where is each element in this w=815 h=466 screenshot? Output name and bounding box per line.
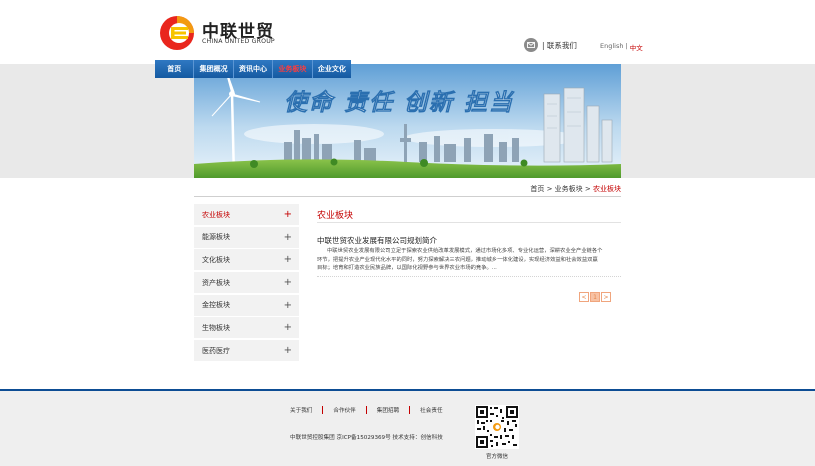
footer-link-partners[interactable]: 合作伙伴: [323, 406, 367, 414]
logo[interactable]: 中联世贸 CHINA UNITED GROUP: [158, 14, 283, 52]
header: 中联世贸 CHINA UNITED GROUP | 联系我们 English |…: [0, 0, 815, 64]
breadcrumb-business[interactable]: 业务板块: [555, 185, 583, 193]
sidebar-item-medical[interactable]: 医药医疗 +: [194, 340, 299, 362]
nav-item-culture[interactable]: 企业文化: [312, 60, 352, 78]
nav-item-home[interactable]: 首页: [155, 60, 195, 78]
nav-item-group-overview[interactable]: 集团概况: [194, 60, 234, 78]
wechat-qr-code: [475, 405, 519, 449]
pagination: < 1 >: [579, 292, 612, 302]
sidebar-item-label: 文化板块: [202, 255, 230, 264]
qr-code-label: 官方微信: [485, 454, 508, 460]
section-title: 农业板块: [317, 211, 354, 221]
nav-item-news-center[interactable]: 资讯中心: [233, 60, 274, 78]
lang-separator: |: [625, 42, 628, 50]
pager-next-button[interactable]: >: [601, 292, 611, 302]
breadcrumb-home[interactable]: 首页: [530, 185, 544, 193]
plus-icon: +: [283, 345, 292, 357]
divider: [317, 276, 621, 277]
divider: [194, 196, 621, 197]
plus-icon: +: [283, 322, 292, 334]
mail-icon: [524, 38, 538, 52]
lang-chinese-link[interactable]: 中文: [630, 42, 643, 52]
sidebar-item-label: 金控板块: [202, 301, 230, 310]
main-nav: 首页 集团概况 资讯中心 业务板块 企业文化: [155, 60, 352, 78]
copyright-text: 中联世贸控股集团 京ICP备15029369号 技术支持：创信科技: [290, 435, 443, 441]
banner-slogan: 使命 责任 创新 担当: [284, 89, 515, 116]
banner-image: 使命 责任 创新 担当: [194, 64, 621, 178]
sidebar-item-agriculture[interactable]: 农业板块 +: [194, 204, 299, 225]
plus-icon: +: [283, 209, 292, 220]
lang-english-link[interactable]: English: [600, 42, 623, 52]
contact-us-label: | 联系我们: [542, 40, 577, 50]
sidebar-item-biology[interactable]: 生物板块 +: [194, 317, 299, 339]
sidebar-item-label: 生物板块: [202, 323, 230, 332]
breadcrumb: 首页 > 业务板块 > 农业板块: [400, 184, 621, 194]
plus-icon: +: [283, 254, 292, 266]
sidebar-item-label: 能源板块: [202, 233, 230, 242]
nav-item-business[interactable]: 业务板块: [273, 60, 313, 78]
plus-icon: +: [283, 277, 292, 289]
article-title-link[interactable]: 中联世贸农业发展有限公司规划简介: [317, 235, 437, 246]
footer: 关于我们 合作伙伴 集团招聘 社会责任 中联世贸控股集团 京ICP备150293…: [0, 389, 815, 466]
language-switch: English | 中文: [600, 42, 643, 52]
pager-prev-button[interactable]: <: [579, 292, 589, 302]
footer-link-social-responsibility[interactable]: 社会责任: [410, 406, 452, 414]
logo-english-name: CHINA UNITED GROUP: [202, 38, 275, 45]
sidebar-item-label: 农业板块: [202, 210, 230, 219]
footer-link-careers[interactable]: 集团招聘: [367, 406, 411, 414]
footer-link-about[interactable]: 关于我们: [290, 406, 324, 414]
sidebar-item-energy[interactable]: 能源板块 +: [194, 226, 299, 248]
sidebar-item-label: 医药医疗: [202, 346, 230, 355]
breadcrumb-separator: >: [544, 185, 555, 193]
sidebar-item-culture[interactable]: 文化板块 +: [194, 249, 299, 271]
pager-page-button[interactable]: 1: [590, 292, 600, 302]
plus-icon: +: [283, 299, 292, 311]
sidebar: 农业板块 + 能源板块 + 文化板块 + 资产板块 + 金控板块 + 生物板块 …: [194, 204, 299, 363]
sidebar-item-assets[interactable]: 资产板块 +: [194, 272, 299, 294]
divider: [317, 222, 621, 223]
article-summary: 中联世贸农业发展有限公司立足于探索农业供给改革发展模式，通过市场化多项、专业化运…: [317, 248, 603, 272]
breadcrumb-current: 农业板块: [593, 185, 621, 193]
banner: 使命 责任 创新 担当: [194, 64, 621, 178]
sidebar-item-finance[interactable]: 金控板块 +: [194, 294, 299, 316]
contact-us-link[interactable]: | 联系我们: [524, 38, 577, 52]
sidebar-item-label: 资产板块: [202, 278, 230, 287]
breadcrumb-separator: >: [582, 185, 593, 193]
company-logo-mark: [160, 16, 194, 50]
plus-icon: +: [283, 231, 292, 243]
footer-links: 关于我们 合作伙伴 集团招聘 社会责任: [290, 406, 453, 414]
